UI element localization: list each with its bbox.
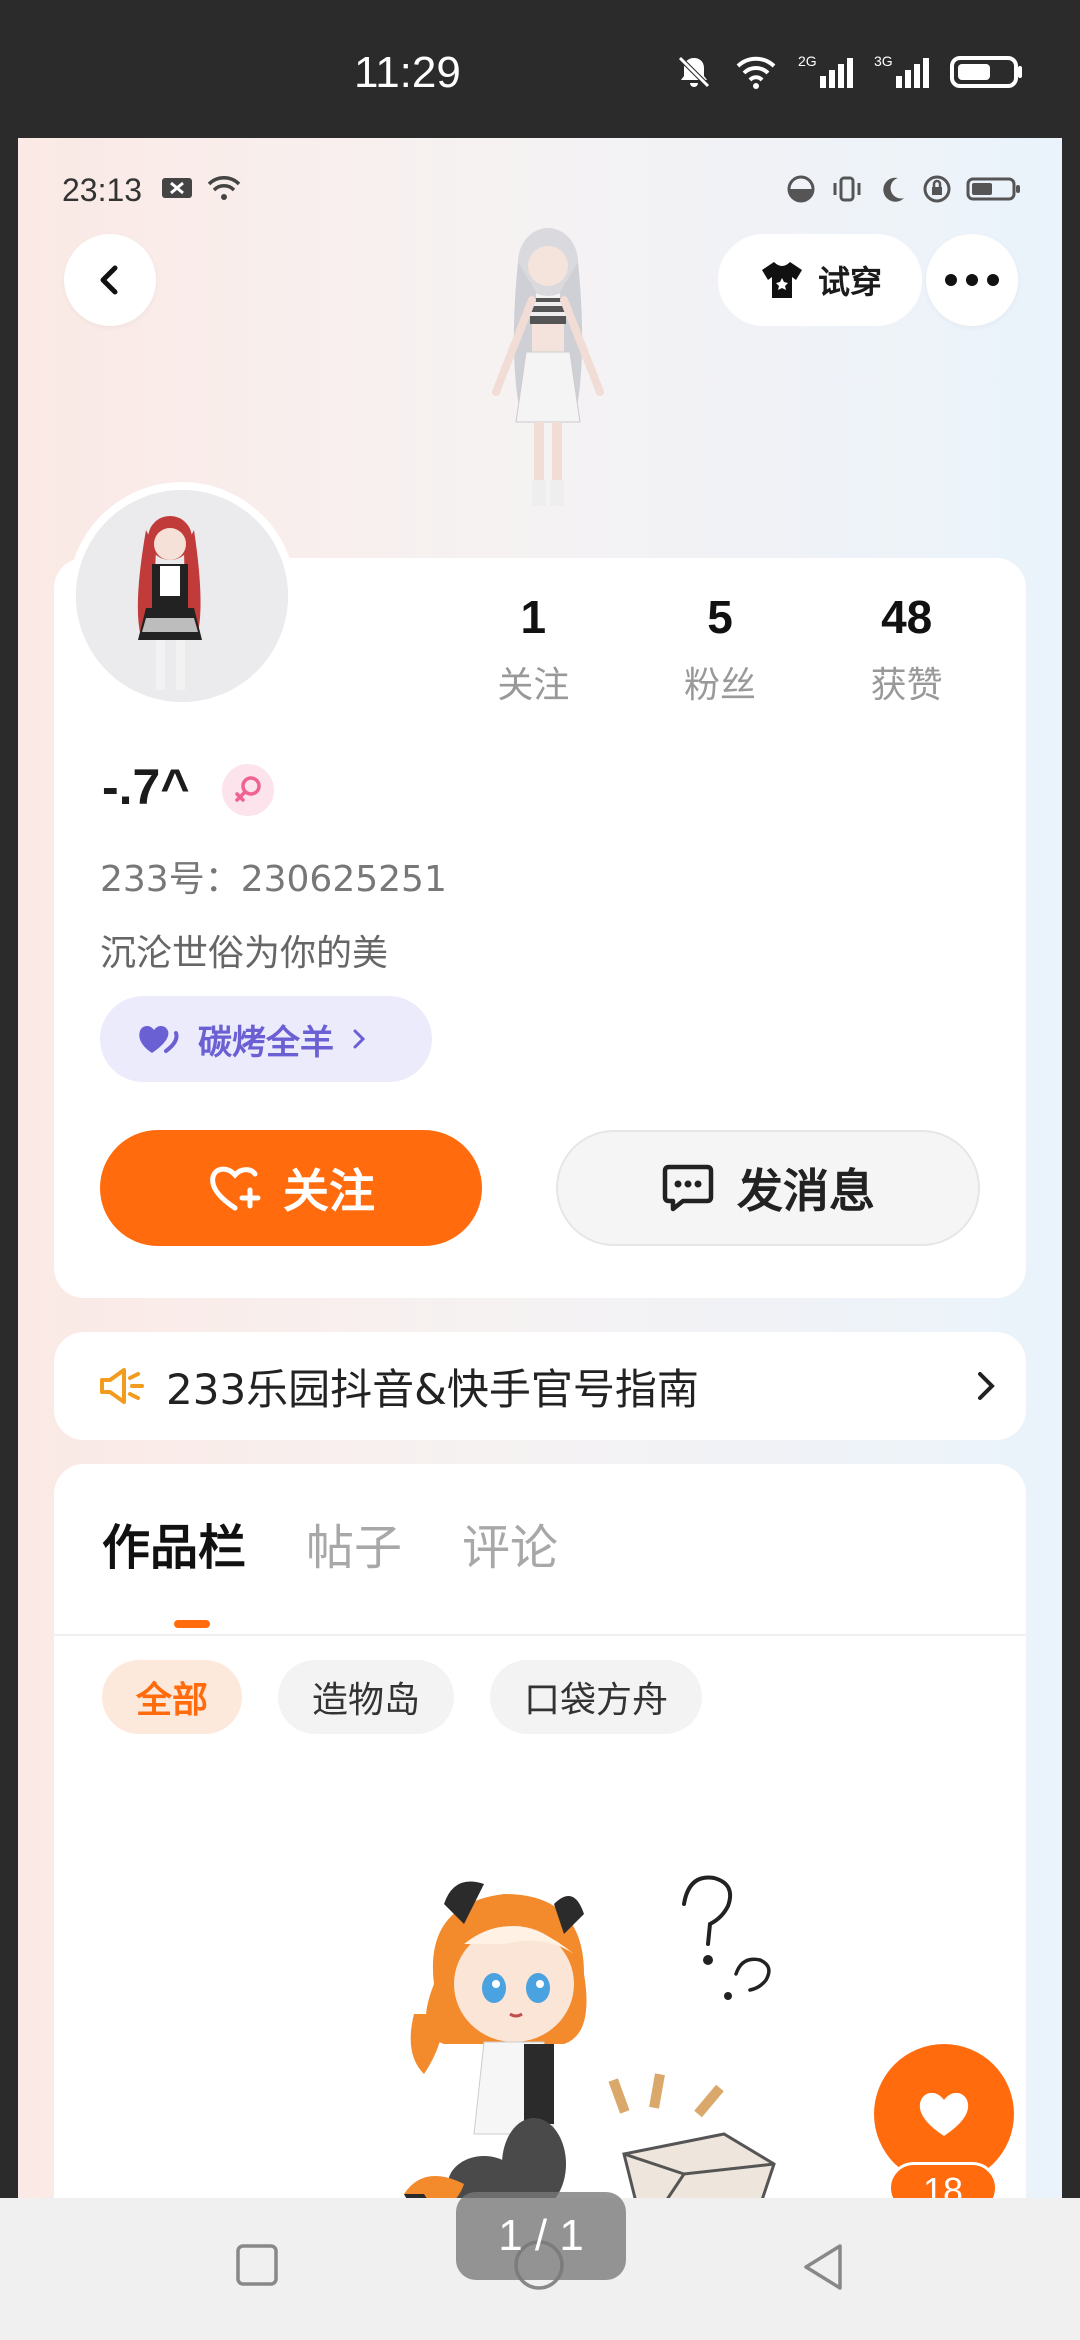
- like-count-badge: 18: [888, 2162, 998, 2198]
- relationship-tag-label: 碳烤全羊: [198, 1022, 334, 1063]
- app-screen: 23:13 试穿 1 关注 5 粉丝 48 获赞 -.7^ 233号：23062…: [18, 138, 1062, 2198]
- follow-label: 关注: [283, 1164, 375, 1218]
- stat-likes[interactable]: 48 获赞: [813, 590, 1000, 708]
- signal-3g-icon: 3G: [874, 53, 929, 88]
- tshirt-icon: [761, 262, 802, 298]
- back-button[interactable]: [64, 234, 156, 326]
- battery-icon: [950, 56, 1022, 88]
- notification-x-icon: [162, 178, 192, 198]
- chevron-right-icon: [353, 1029, 366, 1049]
- wifi-icon: [736, 56, 776, 89]
- stat-likes-value: 48: [881, 591, 933, 643]
- inner-right-icons: [786, 174, 1022, 204]
- inner-wifi-icon: [207, 176, 241, 200]
- announcement-text: 233乐园抖音&快手官号指南: [166, 1364, 699, 1414]
- chevron-left-icon: [100, 265, 118, 295]
- empty-state-illustration: [404, 1875, 776, 2198]
- filter-creation-island[interactable]: 造物岛: [278, 1660, 455, 1734]
- content-tabs: 作品栏 帖子 评论: [102, 1508, 558, 1578]
- follow-button[interactable]: 关注: [100, 1130, 482, 1246]
- chat-bubble-icon: [662, 1164, 714, 1212]
- active-tab-indicator: [174, 1620, 210, 1628]
- heart-icon: [919, 2092, 969, 2136]
- try-on-button[interactable]: 试穿: [718, 234, 922, 326]
- system-status-bar: 11:29 2G 3G: [0, 0, 1080, 138]
- more-dots-icon: [945, 274, 999, 286]
- inner-time: 23:13: [62, 172, 143, 208]
- megaphone-icon: [100, 1368, 144, 1404]
- female-gender-icon: [222, 764, 274, 816]
- inner-left-icons: [160, 174, 242, 202]
- chevron-right-icon: [978, 1372, 995, 1400]
- tabs-divider: [54, 1634, 1026, 1636]
- stat-following-label: 关注: [497, 665, 570, 706]
- works-filters: 全部 造物岛 口袋方舟: [102, 1660, 703, 1734]
- tab-works[interactable]: 作品栏: [102, 1508, 246, 1578]
- user-id: 233号：230625251: [100, 859, 447, 900]
- stat-following[interactable]: 1 关注: [440, 590, 627, 708]
- system-time: 11:29: [354, 48, 461, 97]
- avatar-3d-figure: [492, 228, 604, 506]
- svg-text:3G: 3G: [874, 53, 893, 69]
- send-message-button[interactable]: 发消息: [556, 1130, 980, 1246]
- more-options-button[interactable]: [926, 234, 1018, 326]
- moon-icon: [883, 177, 904, 202]
- stat-likes-label: 获赞: [870, 665, 943, 706]
- filter-all[interactable]: 全部: [102, 1660, 243, 1734]
- stat-fans-label: 粉丝: [684, 665, 757, 706]
- inner-battery-icon: [966, 177, 1020, 201]
- back-triangle-icon[interactable]: [800, 2242, 846, 2292]
- tab-comments[interactable]: 评论: [462, 1508, 558, 1578]
- image-page-indicator: 1 / 1: [456, 2192, 626, 2280]
- profile-stats: 1 关注 5 粉丝 48 获赞: [440, 590, 1000, 708]
- tab-posts[interactable]: 帖子: [306, 1508, 402, 1578]
- signal-2g-icon: 2G: [798, 53, 853, 88]
- system-status-icons: 2G 3G: [674, 52, 1024, 92]
- stat-fans-value: 5: [707, 591, 733, 643]
- avatar-figure: [76, 490, 288, 702]
- mute-bell-icon: [678, 56, 710, 88]
- send-message-label: 发消息: [737, 1164, 875, 1218]
- vibrate-icon: [833, 176, 861, 202]
- recents-square-icon[interactable]: [234, 2242, 280, 2288]
- lock-rotation-icon: [923, 175, 951, 203]
- svg-text:2G: 2G: [798, 53, 817, 69]
- user-bio: 沉沦世俗为你的美: [100, 933, 389, 974]
- announcement-bar[interactable]: 233乐园抖音&快手官号指南: [54, 1332, 1026, 1440]
- try-on-label: 试穿: [817, 263, 882, 301]
- heart-plus-icon: [210, 1166, 261, 1211]
- relationship-tag-chip[interactable]: 碳烤全羊: [100, 996, 432, 1082]
- username: -.7^: [102, 759, 190, 815]
- filter-pocket-ark[interactable]: 口袋方舟: [490, 1660, 703, 1734]
- stat-following-value: 1: [520, 591, 547, 643]
- data-saver-icon: [787, 175, 815, 203]
- stat-fans[interactable]: 5 粉丝: [627, 590, 814, 708]
- purple-heart-icon: [139, 1025, 179, 1053]
- avatar[interactable]: [68, 482, 296, 710]
